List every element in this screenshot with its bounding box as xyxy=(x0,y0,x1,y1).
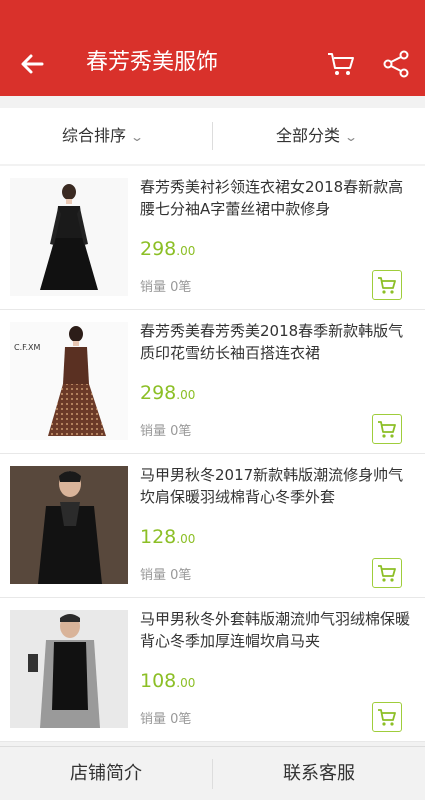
product-item[interactable]: 马甲男秋冬外套韩版潮流帅气羽绒棉保暖背心冬季加厚连帽坎肩马夹 108.00 销量… xyxy=(0,598,425,742)
product-price: 298.00 xyxy=(140,238,195,260)
sort-label: 综合排序 xyxy=(62,126,127,145)
add-to-cart-button[interactable] xyxy=(372,702,402,732)
product-name[interactable]: 春芳秀美衬衫领连衣裙女2018春新款高腰七分袖A字蕾丝裙中款修身 xyxy=(140,176,415,220)
share-icon[interactable] xyxy=(380,48,412,80)
category-dropdown[interactable]: 全部分类 ⌄ xyxy=(276,108,359,164)
price-decimal: .00 xyxy=(176,676,196,690)
product-price: 128.00 xyxy=(140,526,195,548)
price-decimal: .00 xyxy=(176,388,196,402)
product-image[interactable] xyxy=(10,178,128,296)
product-name[interactable]: 春芳秀美春芳秀美2018春季新款韩版气质印花雪纺长袖百搭连衣裙 xyxy=(140,320,415,364)
sales-count: 销量 0笔 xyxy=(140,568,192,583)
add-to-cart-button[interactable] xyxy=(372,270,402,300)
store-intro-button[interactable]: 店铺简介 xyxy=(0,747,212,800)
price-decimal: .00 xyxy=(176,244,196,258)
price-integer: 108 xyxy=(140,670,177,692)
product-item[interactable]: 马甲男秋冬2017新款韩版潮流修身帅气坎肩保暖羽绒棉背心冬季外套 128.00 … xyxy=(0,454,425,598)
product-image[interactable]: C.F.XM xyxy=(10,322,128,440)
product-image[interactable] xyxy=(10,610,128,728)
add-to-cart-button[interactable] xyxy=(372,558,402,588)
cart-icon[interactable] xyxy=(325,48,357,80)
sales-count: 销量 0笔 xyxy=(140,424,192,439)
product-name[interactable]: 马甲男秋冬外套韩版潮流帅气羽绒棉保暖背心冬季加厚连帽坎肩马夹 xyxy=(140,608,415,652)
chevron-down-icon: ⌄ xyxy=(130,130,145,144)
page-title: 春芳秀美服饰 xyxy=(86,50,219,75)
filter-divider xyxy=(212,122,213,150)
product-name[interactable]: 马甲男秋冬2017新款韩版潮流修身帅气坎肩保暖羽绒棉背心冬季外套 xyxy=(140,464,415,508)
filter-bar: 综合排序 ⌄ 全部分类 ⌄ xyxy=(0,108,425,164)
sort-dropdown[interactable]: 综合排序 ⌄ xyxy=(62,108,145,164)
chevron-down-icon: ⌄ xyxy=(344,130,359,144)
price-integer: 128 xyxy=(140,526,177,548)
product-item[interactable]: 春芳秀美衬衫领连衣裙女2018春新款高腰七分袖A字蕾丝裙中款修身 298.00 … xyxy=(0,166,425,310)
back-arrow-icon[interactable] xyxy=(16,48,48,80)
product-price: 108.00 xyxy=(140,670,195,692)
price-integer: 298 xyxy=(140,238,177,260)
app-header: 春芳秀美服饰 xyxy=(0,0,425,96)
add-to-cart-button[interactable] xyxy=(372,414,402,444)
sales-count: 销量 0笔 xyxy=(140,280,192,295)
price-decimal: .00 xyxy=(176,532,196,546)
category-label: 全部分类 xyxy=(276,126,341,145)
bottom-bar: 店铺简介 联系客服 xyxy=(0,746,425,800)
product-price: 298.00 xyxy=(140,382,195,404)
product-list: 春芳秀美衬衫领连衣裙女2018春新款高腰七分袖A字蕾丝裙中款修身 298.00 … xyxy=(0,166,425,742)
price-integer: 298 xyxy=(140,382,177,404)
sales-count: 销量 0笔 xyxy=(140,712,192,727)
product-image[interactable] xyxy=(10,466,128,584)
brand-logo: C.F.XM xyxy=(14,343,40,352)
product-item[interactable]: C.F.XM 春芳秀美春芳秀美2018春季新款韩版气质印花雪纺长袖百搭连衣裙 2… xyxy=(0,310,425,454)
contact-service-button[interactable]: 联系客服 xyxy=(213,747,425,800)
